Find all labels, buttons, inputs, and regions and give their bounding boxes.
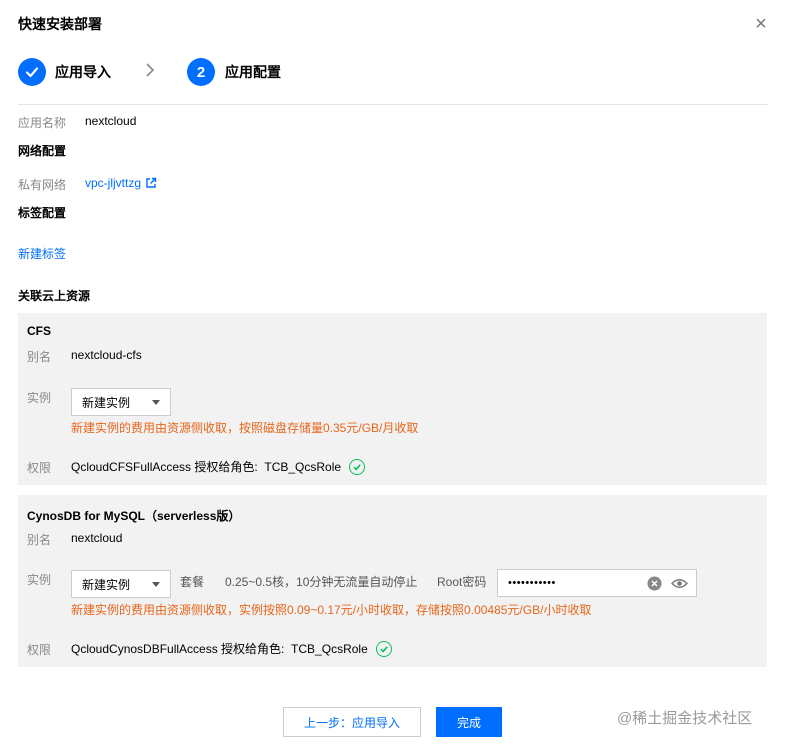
root-password-label: Root密码 bbox=[437, 575, 487, 589]
cfs-alias-value: nextcloud-cfs bbox=[71, 348, 142, 362]
cfs-perm: QcloudCFSFullAccess 授权给角色: TCB_QcsRole bbox=[71, 458, 366, 475]
eye-icon[interactable] bbox=[671, 577, 688, 590]
step-done-check-icon bbox=[18, 58, 46, 86]
cfs-perm-value: QcloudCFSFullAccess 授权给角色: TCB_QcsRole bbox=[71, 460, 342, 474]
vpc-link[interactable]: vpc-jljvttzg bbox=[85, 176, 157, 190]
cynosdb-instance-label: 实例 bbox=[27, 573, 52, 587]
vpc-link-text[interactable]: vpc-jljvttzg bbox=[85, 176, 141, 190]
caret-down-icon bbox=[152, 400, 160, 405]
network-section-title: 网络配置 bbox=[18, 144, 67, 158]
cynosdb-fee-note: 新建实例的费用由资源侧收取，实例按照0.09~0.17元/小时收取，存储按照0.… bbox=[71, 603, 592, 617]
cfs-title: CFS bbox=[27, 324, 51, 338]
cfs-instance-label: 实例 bbox=[27, 391, 52, 405]
caret-down-icon bbox=[152, 582, 160, 587]
done-button[interactable]: 完成 bbox=[436, 707, 502, 737]
cynosdb-perm: QcloudCynosDBFullAccess 授权给角色: TCB_QcsRo… bbox=[71, 640, 392, 657]
cfs-instance-select[interactable]: 新建实例 bbox=[71, 388, 171, 416]
watermark: @稀土掘金技术社区 bbox=[617, 710, 753, 727]
cynosdb-perm-value: QcloudCynosDBFullAccess 授权给角色: TCB_QcsRo… bbox=[71, 642, 368, 656]
check-circle-icon bbox=[375, 640, 392, 657]
cynosdb-alias-value: nextcloud bbox=[71, 531, 123, 545]
header-divider bbox=[18, 104, 768, 105]
app-name-label: 应用名称 bbox=[18, 116, 67, 130]
cynosdb-perm-label: 权限 bbox=[27, 643, 52, 657]
step-1: 应用导入 bbox=[18, 58, 111, 86]
resources-section-title: 关联云上资源 bbox=[18, 289, 91, 303]
cfs-fee-note: 新建实例的费用由资源侧收取，按照磁盘存储量0.35元/GB/月收取 bbox=[71, 421, 419, 435]
clear-icon[interactable] bbox=[647, 576, 662, 591]
tags-section-title: 标签配置 bbox=[18, 206, 67, 220]
check-circle-icon bbox=[349, 458, 366, 475]
cynosdb-title: CynosDB for MySQL（serverless版） bbox=[27, 509, 241, 523]
cfs-alias-label: 别名 bbox=[27, 350, 52, 364]
new-tag-link[interactable]: 新建标签 bbox=[18, 245, 66, 262]
cfs-instance-select-value: 新建实例 bbox=[82, 395, 131, 410]
step-2-number: 2 bbox=[187, 58, 215, 86]
cynosdb-instance-select[interactable]: 新建实例 bbox=[71, 570, 171, 598]
cfs-perm-label: 权限 bbox=[27, 461, 52, 475]
cynosdb-alias-label: 别名 bbox=[27, 533, 52, 547]
plan-value: 0.25~0.5核，10分钟无流量自动停止 bbox=[225, 575, 418, 589]
cynosdb-instance-select-value: 新建实例 bbox=[82, 577, 131, 592]
dialog-title: 快速安装部署 bbox=[18, 16, 102, 32]
step-2-label: 应用配置 bbox=[225, 64, 281, 80]
prev-step-button[interactable]: 上一步：应用导入 bbox=[283, 707, 421, 737]
external-link-icon[interactable] bbox=[145, 177, 157, 189]
app-name-value: nextcloud bbox=[85, 114, 137, 128]
step-2: 2 应用配置 bbox=[187, 58, 281, 86]
root-password-input[interactable]: ••••••••••• bbox=[497, 569, 697, 597]
close-icon[interactable]: × bbox=[752, 14, 770, 34]
root-password-value: ••••••••••• bbox=[508, 577, 556, 589]
vpc-label: 私有网络 bbox=[18, 178, 67, 192]
step-1-label: 应用导入 bbox=[55, 64, 111, 80]
step-arrow-icon bbox=[144, 62, 156, 81]
plan-label: 套餐 bbox=[180, 575, 205, 589]
